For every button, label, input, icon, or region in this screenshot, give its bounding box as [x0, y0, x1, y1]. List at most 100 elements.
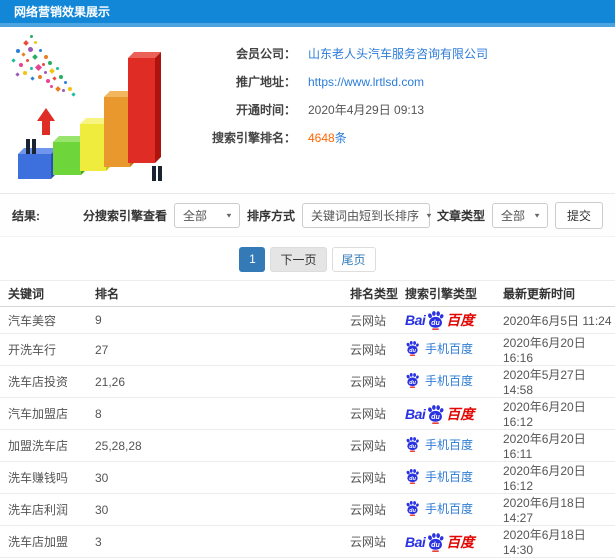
engine-filter-label: 分搜索引擎查看 [82, 208, 167, 223]
member-company-link[interactable]: 山东老人头汽车服务咨询有限公司 [308, 40, 488, 68]
rank-link[interactable]: 30 [95, 461, 350, 494]
svg-text:du: du [409, 444, 416, 450]
page-header: 网络营销效果展示 [0, 0, 615, 27]
table-row: 加盟洗车店 25,28,28 云网站 Bai du 百度 [0, 429, 615, 462]
rank-link[interactable]: 25,28,28 [95, 429, 350, 462]
updated-time-cell: 2020年6月5日 11:24 [503, 306, 615, 334]
keyword-cell: 加盟洗车店 [0, 429, 95, 462]
rank-link[interactable]: 21,26 [95, 365, 350, 398]
keyword-cell: 洗车店投资 [0, 365, 95, 398]
rank-link[interactable]: 3 [95, 525, 350, 558]
bar-chart-illustration [6, 29, 178, 189]
businessman-figure-right [149, 166, 165, 181]
updated-time-cell: 2020年6月20日 16:12 [503, 397, 615, 430]
rank-link[interactable]: 9 [95, 306, 350, 334]
baidu-mobile-logo: du 手机百度 [405, 436, 473, 453]
promo-url-label: 推广地址： [235, 75, 296, 89]
keyword-cell: 洗车店利润 [0, 493, 95, 526]
rank-link[interactable]: 30 [95, 493, 350, 526]
filter-controls: 分搜索引擎查看 全部 ▼ 排序方式 关键词由短到长排序 ▼ 文章类型 全部 ▼ … [82, 201, 603, 229]
member-info-section: 会员公司： 山东老人头汽车服务咨询有限公司 推广地址： https://www.… [0, 27, 615, 193]
baidu-pc-logo: Bai du 百度 [405, 532, 475, 552]
sort-filter-value: 关键词由短到长排序 [310, 208, 419, 223]
rank-link[interactable]: 8 [95, 397, 350, 430]
page-1-button[interactable]: 1 [239, 247, 266, 272]
baidu-paw-icon: du [406, 341, 419, 356]
chevron-down-icon: ▼ [225, 211, 233, 219]
filter-bar: 结果: 分搜索引擎查看 全部 ▼ 排序方式 关键词由短到长排序 ▼ 文章类型 全… [0, 193, 615, 237]
col-header-rank-type: 排名类型 [350, 280, 405, 307]
keyword-cell: 开洗车行 [0, 333, 95, 366]
table-row: 洗车店利润 30 云网站 Bai du 百度 [0, 493, 615, 526]
baidu-paw-icon: du [428, 404, 444, 424]
keyword-rank-table: 关键词 排名 排名类型 搜索引擎类型 最新更新时间 汽车美容 9 云网站 Bai [0, 280, 615, 558]
table-row: 洗车赚钱吗 30 云网站 Bai du 百度 [0, 461, 615, 494]
svg-text:du: du [409, 508, 416, 514]
table-row: 洗车店投资 21,26 云网站 Bai du 百度 [0, 365, 615, 398]
engine-filter-value: 全部 [182, 208, 207, 223]
svg-text:du: du [409, 476, 416, 482]
member-info-list: 会员公司： 山东老人头汽车服务咨询有限公司 推广地址： https://www.… [188, 27, 615, 152]
search-engine-cell: Bai du 百度 [405, 493, 503, 526]
member-company-row: 会员公司： 山东老人头汽车服务咨询有限公司 [188, 40, 615, 68]
next-page-button[interactable]: 下一页 [270, 247, 327, 272]
open-time-label: 开通时间： [235, 103, 296, 117]
rank-link[interactable]: 27 [95, 333, 350, 366]
updated-time-cell: 2020年5月27日 14:58 [503, 365, 615, 398]
updated-time-cell: 2020年6月20日 16:12 [503, 461, 615, 494]
baidu-paw-icon: du [406, 501, 419, 516]
baidu-paw-icon: du [406, 373, 419, 388]
promo-url-link[interactable]: https://www.lrtlsd.com [308, 68, 424, 96]
col-header-engine-type: 搜索引擎类型 [405, 280, 503, 307]
chart-bar-blue [18, 154, 51, 179]
rank-type-cell: 云网站 [350, 493, 405, 526]
engine-rank-count-label: 搜索引擎排名： [211, 131, 296, 145]
updated-time-cell: 2020年6月20日 16:11 [503, 429, 615, 462]
chart-bar-yellow [80, 124, 106, 171]
updated-time-cell: 2020年6月20日 16:16 [503, 333, 615, 366]
baidu-pc-logo: Bai du 百度 [405, 311, 475, 330]
rank-type-cell: 云网站 [350, 525, 405, 558]
search-engine-cell: Bai du 百度 [405, 365, 503, 398]
open-time-row: 开通时间： 2020年4月29日 09:13 [188, 96, 615, 124]
submit-button[interactable]: 提交 [554, 201, 603, 229]
keyword-cell: 汽车加盟店 [0, 397, 95, 430]
svg-text:du: du [409, 380, 416, 386]
table-row: 汽车加盟店 8 云网站 Bai du 百度 2020年6月20日 16:12 [0, 397, 615, 430]
svg-text:du: du [431, 413, 440, 421]
svg-text:du: du [431, 541, 440, 549]
last-page-button[interactable]: 尾页 [331, 247, 376, 272]
updated-time-cell: 2020年6月18日 14:30 [503, 525, 615, 558]
engine-rank-count-suffix: 条 [334, 131, 347, 145]
table-row: 洗车店加盟 3 云网站 Bai du 百度 2020年6月18日 14:30 [0, 525, 615, 558]
rank-type-cell: 云网站 [350, 397, 405, 430]
keyword-cell: 汽车美容 [0, 306, 95, 334]
search-engine-cell: Bai du 百度 [405, 306, 503, 334]
svg-text:du: du [431, 319, 440, 327]
engine-rank-count-row: 搜索引擎排名： 4648 条 [188, 124, 615, 152]
engine-filter-select[interactable]: 全部 ▼ [173, 202, 240, 228]
rank-type-cell: 云网站 [350, 461, 405, 494]
rank-type-cell: 云网站 [350, 333, 405, 366]
article-type-value: 全部 [500, 208, 525, 223]
svg-text:du: du [409, 348, 416, 354]
search-engine-cell: Bai du 百度 [405, 461, 503, 494]
chevron-down-icon: ▼ [533, 211, 541, 219]
table-row: 汽车美容 9 云网站 Bai du 百度 2020年6月5日 11:24 [0, 306, 615, 334]
chart-bar-green [53, 142, 81, 175]
page-title: 网络营销效果展示 [14, 5, 111, 19]
search-engine-cell: Bai du 百度 [405, 397, 503, 430]
rank-type-cell: 云网站 [350, 306, 405, 334]
result-label: 结果: [12, 208, 40, 223]
sort-filter-select[interactable]: 关键词由短到长排序 ▼ [301, 202, 433, 228]
businessman-figure-left [23, 139, 39, 154]
search-engine-cell: Bai du 百度 [405, 333, 503, 366]
baidu-mobile-logo: du 手机百度 [405, 340, 473, 357]
keyword-cell: 洗车店加盟 [0, 525, 95, 558]
engine-rank-count-value: 4648 [308, 131, 335, 145]
search-engine-cell: Bai du 百度 [405, 429, 503, 462]
baidu-mobile-logo: du 手机百度 [405, 468, 473, 485]
rank-type-cell: 云网站 [350, 429, 405, 462]
chevron-down-icon: ▼ [424, 211, 433, 219]
article-type-select[interactable]: 全部 ▼ [491, 202, 548, 228]
